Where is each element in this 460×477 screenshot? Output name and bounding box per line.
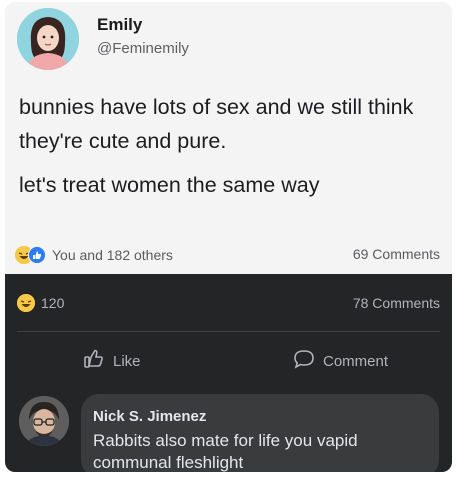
post-text-line: let's treat women the same way bbox=[19, 173, 320, 197]
comment-bubble: Nick S. Jimenez Rabbits also mate for li… bbox=[81, 394, 439, 472]
share-comments-count[interactable]: 78 Comments bbox=[353, 295, 440, 311]
author-name[interactable]: Emily bbox=[97, 15, 142, 35]
like-button[interactable]: Like bbox=[83, 348, 141, 374]
nick-avatar[interactable] bbox=[19, 396, 69, 446]
post-text-line: bunnies have lots of sex and we still th… bbox=[19, 95, 414, 153]
reaction-count-text: You and 182 others bbox=[52, 247, 173, 263]
divider bbox=[17, 331, 440, 332]
screenshot-card: Emily @Feminemily bunnies have lots of s… bbox=[5, 2, 452, 472]
emily-avatar[interactable] bbox=[17, 8, 79, 70]
comments-count[interactable]: 69 Comments bbox=[353, 246, 440, 262]
original-post: Emily @Feminemily bunnies have lots of s… bbox=[5, 2, 452, 274]
post-text: bunnies have lots of sex and we still th… bbox=[19, 90, 439, 202]
share-reactions[interactable]: 120 bbox=[17, 294, 64, 312]
like-label: Like bbox=[113, 352, 141, 370]
like-emoji-icon bbox=[28, 246, 46, 264]
comment-button[interactable]: Comment bbox=[293, 348, 388, 374]
haha-emoji-icon bbox=[17, 294, 35, 312]
author-handle[interactable]: @Feminemily bbox=[97, 40, 189, 57]
reaction-summary[interactable]: You and 182 others bbox=[15, 245, 173, 265]
comment-bubble-icon bbox=[293, 348, 315, 374]
comment-text: Rabbits also mate for life you vapid com… bbox=[93, 431, 358, 472]
comment-author[interactable]: Nick S. Jimenez bbox=[93, 408, 206, 425]
comment-label: Comment bbox=[323, 352, 389, 370]
share-footer: 120 78 Comments Like Comment Nick S. Jim… bbox=[5, 274, 452, 472]
share-reaction-count: 120 bbox=[41, 295, 65, 311]
thumbs-up-icon bbox=[83, 348, 105, 374]
